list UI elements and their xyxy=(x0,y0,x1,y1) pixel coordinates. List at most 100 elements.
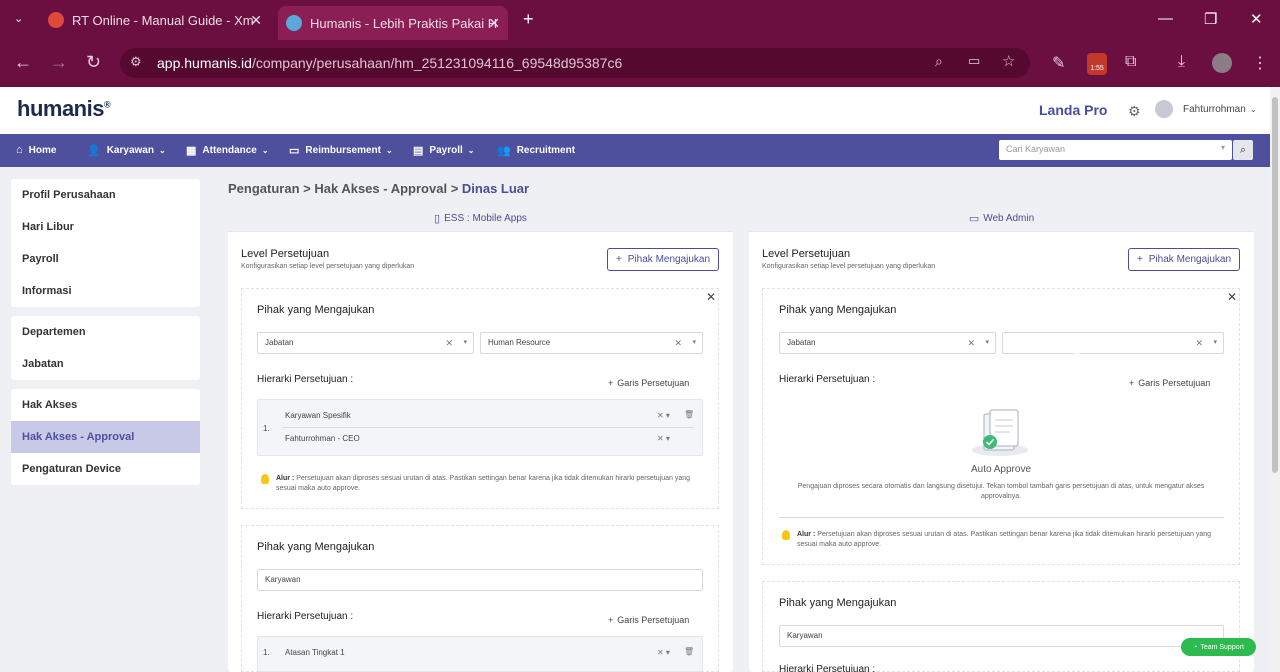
submitter-value-select[interactable]: Human Resource ✕ ▾ xyxy=(480,332,703,354)
approver-select[interactable]: Fahturrohman - CEO xyxy=(285,434,360,443)
sidebar-item-pengaturan-device[interactable]: Pengaturan Device xyxy=(11,453,200,485)
submitter-type-select[interactable]: Jabatan ✕ ▾ xyxy=(257,332,474,354)
minimize-icon[interactable]: — xyxy=(1158,10,1173,27)
sidebar-item-departemen[interactable]: Departemen xyxy=(11,316,200,348)
chevron-down-icon: ⌄ xyxy=(1249,104,1257,114)
sidebar-item-payroll[interactable]: Payroll xyxy=(11,243,200,275)
close-tab-icon[interactable]: ✕ xyxy=(488,15,500,32)
trash-icon[interactable]: 🗑 xyxy=(684,647,694,656)
clear-icon[interactable]: ✕ ▾ xyxy=(657,648,670,657)
add-pihak-mengajukan-button[interactable]: + Pihak Mengajukan xyxy=(607,248,719,271)
sidebar-item-profil-perusahaan[interactable]: Profil Perusahaan xyxy=(11,179,200,211)
close-icon[interactable]: ✕ xyxy=(1227,290,1237,304)
menu-home[interactable]: ⌂ Home xyxy=(16,144,56,156)
new-tab-icon[interactable]: + xyxy=(523,9,534,30)
add-approval-line-button[interactable]: + Garis Persetujuan xyxy=(608,615,689,625)
sidebar-item-hari-libur[interactable]: Hari Libur xyxy=(11,211,200,243)
level-title: Level Persetujuan xyxy=(241,248,330,260)
profile-avatar-icon[interactable] xyxy=(1212,53,1232,73)
menu-payroll[interactable]: ▤ Payroll ⌄ xyxy=(413,144,474,157)
browser-menu-icon[interactable]: ⋮ xyxy=(1252,53,1268,73)
menu-attendance[interactable]: ▦ Attendance ⌄ xyxy=(186,144,269,157)
chevron-down-icon: ⌄ xyxy=(261,146,269,155)
clear-icon[interactable]: ✕ xyxy=(445,338,453,349)
panel-header: ▭ Web Admin xyxy=(749,205,1254,232)
close-window-icon[interactable]: ✕ xyxy=(1250,10,1263,28)
tab-search-icon[interactable]: ⌄ xyxy=(14,12,23,25)
site-info-icon[interactable]: ⚙ xyxy=(130,54,142,70)
menu-label: Attendance xyxy=(202,145,257,156)
menu-reimbursement[interactable]: ▭ Reimbursement ⌄ xyxy=(289,144,393,157)
submitter-type-select[interactable]: Karyawan xyxy=(257,569,703,591)
add-pihak-mengajukan-button[interactable]: + Pihak Mengajukan xyxy=(1128,248,1240,271)
button-label: Garis Persetujuan xyxy=(617,378,690,388)
select-value: Jabatan xyxy=(265,338,294,347)
avatar xyxy=(1155,100,1173,118)
close-icon[interactable]: ✕ xyxy=(706,290,716,304)
clear-icon[interactable]: ✕ xyxy=(674,338,682,349)
plus-icon: + xyxy=(1136,254,1143,265)
menu-recruitment[interactable]: 👥 Recruitment xyxy=(497,144,575,157)
breadcrumb-hak-akses-approval[interactable]: Hak Akses - Approval xyxy=(314,181,447,196)
breadcrumb: Pengaturan > Hak Akses - Approval > Dina… xyxy=(228,181,529,196)
mouse-cursor xyxy=(1075,351,1085,365)
team-support-button[interactable]: ◔ Team Support xyxy=(1181,638,1256,656)
sidebar-group-access: Hak Akses Hak Akses - Approval Pengatura… xyxy=(11,389,200,485)
menu-karyawan[interactable]: 👤 Karyawan ⌄ xyxy=(87,144,166,157)
extension-feather-icon[interactable]: ✎ xyxy=(1052,53,1065,73)
forward-icon[interactable]: → xyxy=(50,52,68,73)
install-app-icon[interactable]: ▭ xyxy=(968,53,980,69)
timer-extension-icon[interactable]: 1:55 xyxy=(1087,53,1107,75)
close-tab-icon[interactable]: ✕ xyxy=(250,12,262,29)
employee-search-input[interactable]: Cari Karyawan ▾ xyxy=(999,140,1232,160)
submitter-value-select[interactable]: ✕ ▾ xyxy=(1002,332,1224,354)
menu-label: Home xyxy=(28,144,57,156)
zoom-icon[interactable]: ⌕ xyxy=(935,53,943,70)
sidebar-item-hak-akses-approval[interactable]: Hak Akses - Approval xyxy=(11,421,200,453)
note-label: Alur : xyxy=(797,531,816,538)
level-number: 1. xyxy=(263,648,270,657)
search-placeholder: Cari Karyawan xyxy=(1006,144,1066,154)
select-value: Human Resource xyxy=(488,338,551,347)
bookmark-star-icon[interactable]: ☆ xyxy=(1002,52,1015,70)
add-approval-line-button[interactable]: + Garis Persetujuan xyxy=(1129,378,1210,388)
humanis-logo[interactable]: humanis® xyxy=(17,96,111,122)
browser-tab-1[interactable]: RT Online - Manual Guide - Xm ✕ xyxy=(40,6,270,34)
submitter-type-select[interactable]: Jabatan ✕ ▾ xyxy=(779,332,996,354)
extensions-puzzle-icon[interactable]: ⧉ xyxy=(1125,53,1136,71)
trash-icon[interactable]: 🗑 xyxy=(684,410,694,419)
search-icon[interactable]: ⌕ xyxy=(1233,140,1253,160)
clear-icon[interactable]: ✕ xyxy=(967,338,975,349)
download-icon[interactable]: ⤓ xyxy=(1178,53,1185,71)
button-label: Garis Persetujuan xyxy=(1138,378,1211,388)
auto-approve-illustration xyxy=(972,409,1028,456)
mobile-phone-icon: ▯ xyxy=(434,212,441,225)
sidebar-item-hak-akses[interactable]: Hak Akses xyxy=(11,389,200,421)
sidebar-item-informasi[interactable]: Informasi xyxy=(11,275,200,307)
back-icon[interactable]: ← xyxy=(14,52,32,73)
support-label: Team Support xyxy=(1200,643,1244,651)
add-approval-line-button[interactable]: + Garis Persetujuan xyxy=(608,378,689,388)
scrollbar-thumb[interactable] xyxy=(1272,97,1278,473)
level-title: Level Persetujuan xyxy=(762,248,851,260)
breadcrumb-separator: > xyxy=(450,181,459,196)
restore-icon[interactable]: ❐ xyxy=(1204,10,1217,28)
note-text: Persetujuan akan diproses sesuai urutan … xyxy=(797,531,1212,548)
reload-icon[interactable]: ↻ xyxy=(86,52,101,73)
flow-note: Alur : Persetujuan akan diproses sesuai … xyxy=(276,474,706,494)
breadcrumb-pengaturan[interactable]: Pengaturan xyxy=(228,181,300,196)
address-bar[interactable]: ⚙ app.humanis.id/company/perusahaan/hm_2… xyxy=(120,48,1030,78)
approver-type-select[interactable]: Karyawan Spesifik xyxy=(285,411,351,420)
gear-icon[interactable]: ⚙ xyxy=(1128,103,1141,120)
browser-tab-2[interactable]: Humanis - Lebih Praktis Pakai H ✕ xyxy=(278,6,508,40)
level-subtitle: Konfigurasikan setiap level persetujuan … xyxy=(241,263,415,270)
approver-type-select[interactable]: Atasan Tingkat 1 xyxy=(285,648,345,657)
clear-icon[interactable]: ✕ xyxy=(1195,338,1203,349)
plan-name: Landa Pro xyxy=(1039,102,1108,118)
select-value: Karyawan xyxy=(265,575,301,584)
submitter-type-select[interactable]: Karyawan xyxy=(779,625,1224,647)
sidebar-item-jabatan[interactable]: Jabatan xyxy=(11,348,200,380)
user-menu[interactable]: Fahturrohman ⌄ xyxy=(1155,100,1257,118)
clear-icon[interactable]: ✕ ▾ xyxy=(657,411,670,420)
clear-icon[interactable]: ✕ ▾ xyxy=(657,434,670,443)
